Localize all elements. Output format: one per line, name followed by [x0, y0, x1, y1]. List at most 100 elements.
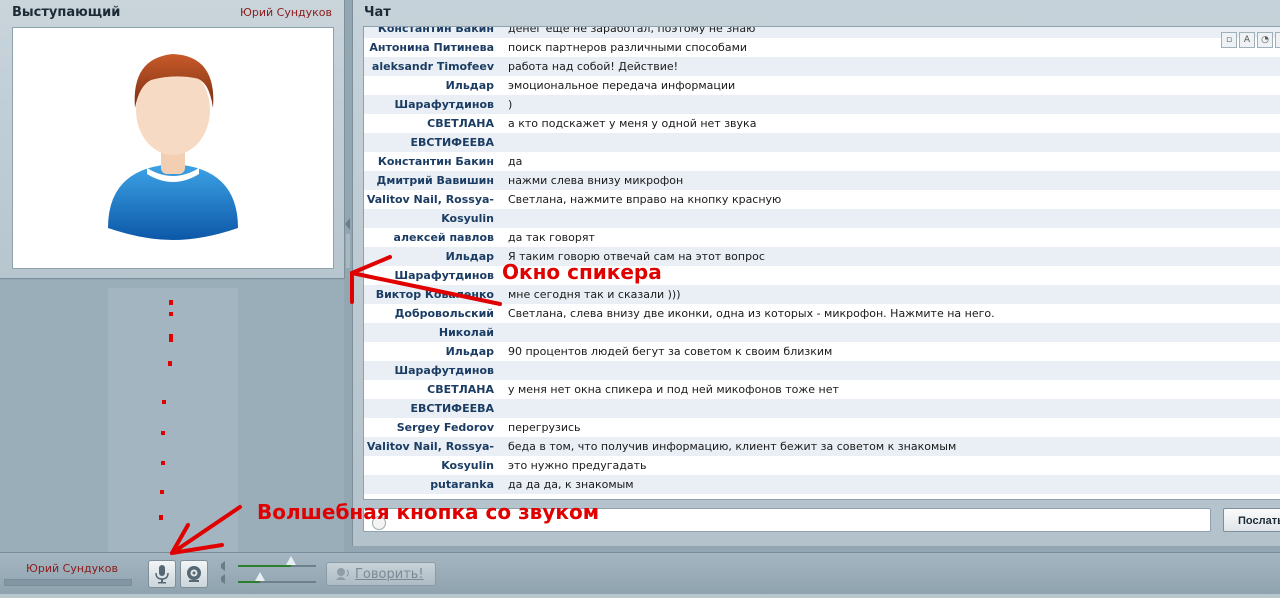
speaker-panel-title: Выступающий: [12, 5, 121, 20]
chat-author[interactable]: Valitov Nail, Rossya-: [364, 190, 508, 209]
chat-author[interactable]: Kosyulin: [364, 456, 508, 475]
speaker-name: Юрий Сундуков: [239, 6, 332, 19]
chat-text: Светлана, нажмите вправо на кнопку красн…: [508, 193, 782, 206]
chat-author[interactable]: Valitov Nail, Rossya-: [364, 437, 508, 456]
webcam-icon: [187, 566, 201, 582]
chat-author[interactable]: Ильдар: [364, 247, 508, 266]
chat-message: putaranka да да да, к знакомым: [364, 475, 1280, 494]
chat-text: денег еще не заработал, поэтому не знаю: [508, 26, 756, 35]
clock-icon[interactable]: ◔: [1257, 32, 1273, 48]
chat-message: Константин Бакин денег еще не заработал, …: [364, 26, 1280, 38]
chat-message: алексей павлов да так говорят: [364, 228, 1280, 247]
chat-text: 90 процентов людей бегут за советом к св…: [508, 345, 833, 358]
chat-message: Sergey Fedorov перегрузись: [364, 418, 1280, 437]
chat-author[interactable]: Николай: [364, 323, 508, 342]
chat-author[interactable]: Kosyulin: [364, 209, 508, 228]
send-button[interactable]: Послать: [1223, 508, 1280, 532]
speaker-video: [12, 27, 334, 269]
chat-author[interactable]: Дмитрий Вавишин: [364, 171, 508, 190]
chat-message: СВЕТЛАНА а кто подскажет у меня у одной н…: [364, 114, 1280, 133]
picture-icon[interactable]: ▫: [1221, 32, 1237, 48]
chat-text: работа над собой! Действие!: [508, 60, 679, 73]
chat-message: Добровольский Светлана, слева внизу две и…: [364, 304, 1280, 323]
chat-author[interactable]: Ильдар: [364, 76, 508, 95]
avatar-icon: [108, 54, 238, 240]
font-icon[interactable]: A: [1239, 32, 1255, 48]
chat-author[interactable]: Шарафутдинов: [364, 266, 508, 285]
chat-message: ЕВСТИФЕЕВА: [364, 133, 1280, 152]
chat-text: перегрузись: [508, 421, 581, 434]
talk-button-label: Говорить!: [355, 566, 424, 582]
chat-author[interactable]: алексей павлов: [364, 228, 508, 247]
chat-message: Антонина Питинева поиск партнеров различн…: [364, 38, 1280, 57]
chat-message: Kosyulin: [364, 209, 1280, 228]
chat-text: да да да, к знакомым: [508, 478, 634, 491]
chat-message-list[interactable]: Константин Бакин денег еще не заработал, …: [363, 26, 1280, 500]
chat-text: да так говорят: [508, 231, 595, 244]
chat-message: Valitov Nail, Rossya-беда в том, что пол…: [364, 437, 1280, 456]
chat-message: Дмитрий Вавишин нажми слева внизу микрофо…: [364, 171, 1280, 190]
chat-author[interactable]: Шарафутдинов: [364, 361, 508, 380]
chat-author[interactable]: Антонина Питинева: [364, 38, 508, 57]
chat-text: поиск партнеров различными способами: [508, 41, 748, 54]
chat-author[interactable]: СВЕТЛАНА: [364, 380, 508, 399]
taskbar-strip: [0, 594, 1280, 598]
chat-message: Виктор Коваленко мне сегодня так и сказал…: [364, 285, 1280, 304]
chat-text: у меня нет окна спикера и под ней микофо…: [508, 383, 839, 396]
bottom-user-name: Юрий Сундуков: [26, 562, 119, 575]
chat-toolbar: ▫ A ◔: [1221, 32, 1280, 48]
chat-author[interactable]: ЕВСТИФЕЕВА: [364, 133, 508, 152]
chat-text: ): [508, 98, 513, 111]
speaker-fade-area: [108, 288, 238, 552]
chat-author[interactable]: Шарафутдинов: [364, 95, 508, 114]
speaker-panel: Выступающий Юрий Сундуков: [0, 0, 345, 279]
chat-text: а кто подскажет у меня у одной нет звука: [508, 117, 757, 130]
collapse-arrow-icon: [345, 218, 350, 268]
audio-level-meter: [4, 579, 132, 586]
chat-text: мне сегодня так и сказали ))): [508, 288, 681, 301]
speaker-volume-icon: [221, 561, 225, 584]
chat-message: СВЕТЛАНА у меня нет окна спикера и под не…: [364, 380, 1280, 399]
camera-button[interactable]: [180, 560, 208, 588]
microphone-icon: [155, 565, 169, 584]
chat-message: Valitov Nail, Rossya- Светлана, нажмите в…: [364, 190, 1280, 209]
volume-slider-knob[interactable]: [286, 556, 296, 565]
magic-button-annotation: Волшебная кнопка со звуком: [257, 500, 600, 524]
chat-message: Шарафутдинов): [364, 95, 1280, 114]
chat-text: да: [508, 155, 523, 168]
chat-message: ЕВСТИФЕЕВА: [364, 399, 1280, 418]
chat-author[interactable]: Константин Бакин: [364, 152, 508, 171]
chat-text: Светлана, слева внизу две иконки, одна и…: [508, 307, 995, 320]
chat-text: нажми слева внизу микрофон: [508, 174, 684, 187]
chat-message: Шарафутдинов: [364, 361, 1280, 380]
mic-slider-fill: [238, 581, 260, 583]
talk-button[interactable]: Говорить!: [326, 562, 436, 586]
mic-slider-knob[interactable]: [255, 572, 265, 581]
chat-panel-title: Чат: [364, 5, 391, 20]
chat-message: aleksandr Timofeev работа над собой! Дейс…: [364, 57, 1280, 76]
talk-icon: [336, 568, 350, 580]
speaker-window-annotation: Окно спикера: [502, 260, 662, 284]
bottom-bar: Юрий Сундуков Говорить!: [0, 552, 1280, 595]
chat-author[interactable]: Виктор Коваленко: [364, 285, 508, 304]
chat-author[interactable]: aleksandr Timofeev: [364, 57, 508, 76]
chat-text: эмоциональное передача информации: [508, 79, 736, 92]
chat-message: Ильдар эмоциональное передача информации: [364, 76, 1280, 95]
chat-author[interactable]: Ильдар: [364, 342, 508, 361]
chat-message: Николай: [364, 323, 1280, 342]
chat-panel: Чат Константин Бакин денег еще не заработ…: [352, 0, 1280, 546]
chat-author[interactable]: Добровольский: [364, 304, 508, 323]
chat-text: беда в том, что получив информацию, клие…: [508, 440, 957, 453]
chat-author[interactable]: putaranka: [364, 475, 508, 494]
microphone-button[interactable]: [148, 560, 176, 588]
chat-author[interactable]: Sergey Fedorov: [364, 418, 508, 437]
chat-author[interactable]: СВЕТЛАНА: [364, 114, 508, 133]
chat-message: Константин Бакин да: [364, 152, 1280, 171]
chat-message: Kosyulin это нужно предугадать: [364, 456, 1280, 475]
toolbar-more-icon[interactable]: [1275, 32, 1280, 48]
chat-author[interactable]: Константин Бакин: [364, 27, 508, 38]
panel-collapse-handle[interactable]: [344, 214, 352, 274]
chat-message: Ильдар 90 процентов людей бегут за совето…: [364, 342, 1280, 361]
chat-text: это нужно предугадать: [508, 459, 647, 472]
chat-author[interactable]: ЕВСТИФЕЕВА: [364, 399, 508, 418]
